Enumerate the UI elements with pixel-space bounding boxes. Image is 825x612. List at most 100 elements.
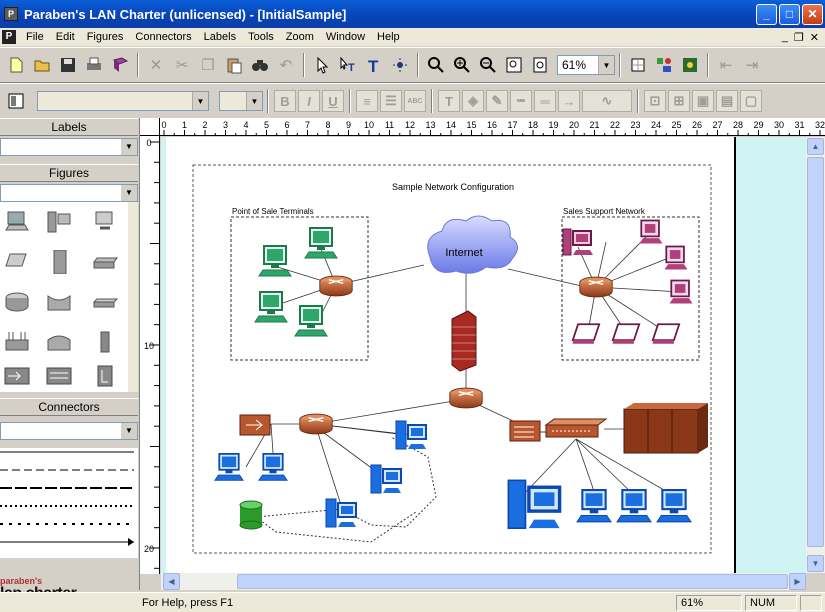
core-router[interactable] [449,387,483,409]
blue-main-server[interactable] [508,480,559,528]
menu-help[interactable]: Help [371,31,406,43]
left-router[interactable] [319,275,353,297]
delete-icon[interactable]: ✕ [144,53,168,77]
labels-category-select[interactable]: ▼ [0,138,138,156]
vertical-scrollbar[interactable]: ▲ ▼ [806,137,825,573]
forward-arrow-icon[interactable]: ⇥ [740,53,764,77]
labels-section-header[interactable]: Labels [0,118,138,136]
bold-icon[interactable]: B [274,90,296,112]
paste-icon[interactable] [222,53,246,77]
mdi-restore-button[interactable]: ❐ [794,31,804,44]
modem-figure-icon[interactable] [2,328,32,356]
blue-workstation[interactable] [576,489,612,523]
hub-figure-icon[interactable] [90,248,120,276]
align-left-icon[interactable]: ≡ [356,90,378,112]
blue-server[interactable] [369,463,403,495]
green-workstation[interactable] [304,227,338,259]
minimize-button[interactable]: _ [756,3,777,25]
purple-workstation[interactable] [663,245,689,271]
purple-workstation[interactable] [638,219,664,245]
text-color-icon[interactable]: T [438,90,460,112]
blue-server[interactable] [324,497,358,529]
line-color-icon[interactable]: ✎ [486,90,508,112]
terminal-figure-icon[interactable] [90,208,120,236]
rack-server[interactable] [623,403,708,454]
hub-device[interactable] [544,418,608,438]
horizontal-scrollbar[interactable]: ◀ ▶ [161,573,806,590]
drawing-canvas[interactable]: Sample Network Configuration Point of Sa… [161,137,806,573]
blue-workstation[interactable] [616,489,652,523]
copy-icon[interactable]: ❐ [196,53,220,77]
find-icon[interactable] [248,53,272,77]
cable-figure-icon[interactable] [90,362,120,390]
close-button[interactable]: ✕ [802,3,823,25]
align-objects-icon[interactable]: ⊡ [644,90,666,112]
server-figure-icon[interactable] [44,208,74,236]
menu-figures[interactable]: Figures [81,31,130,43]
fill-color-icon[interactable]: ◈ [462,90,484,112]
switch-device[interactable] [239,414,271,436]
cut-icon[interactable]: ✂ [170,53,194,77]
undo-icon[interactable]: ↶ [274,53,298,77]
line-ends-icon[interactable]: → [558,90,580,112]
purple-workstation[interactable] [668,279,694,305]
patch-panel-figure-icon[interactable] [44,362,74,390]
text-select-icon[interactable]: T [336,53,360,77]
new-file-icon[interactable] [4,53,28,77]
scroll-right-button[interactable]: ▶ [789,573,806,590]
diagram-title[interactable]: Sample Network Configuration [392,182,514,192]
menu-zoom[interactable]: Zoom [280,31,320,43]
figures-scrollbar[interactable] [128,202,138,392]
connector-tool-icon[interactable] [388,53,412,77]
maximize-button[interactable]: □ [779,3,800,25]
purple-laptop[interactable] [651,323,681,345]
zoom-out-icon[interactable] [476,53,500,77]
green-workstation[interactable] [254,291,288,323]
zoom-page-icon[interactable] [528,53,552,77]
database-icon[interactable] [239,500,263,530]
zoom-icon[interactable] [424,53,448,77]
router-figure-icon[interactable] [2,288,32,316]
firewall[interactable] [451,310,477,372]
wireless-figure-icon[interactable] [44,288,74,316]
rack-figure-icon[interactable] [90,328,120,356]
line-style-icon[interactable]: ┅ [510,90,532,112]
horizontal-scroll-thumb[interactable] [237,574,788,589]
menu-connectors[interactable]: Connectors [129,31,197,43]
figures-palette-icon[interactable] [652,53,676,77]
switch-figure-icon[interactable] [90,288,120,316]
workstation-figure-icon[interactable] [2,208,32,236]
laptop-figure-icon[interactable] [2,248,32,276]
bridge-figure-icon[interactable] [44,328,74,356]
font-name-select[interactable]: ▼ [37,91,209,111]
purple-workstation[interactable] [562,228,594,256]
mdi-close-button[interactable]: ✕ [810,31,819,44]
menu-window[interactable]: Window [320,31,371,43]
scroll-left-button[interactable]: ◀ [163,573,180,590]
menu-labels[interactable]: Labels [198,31,242,43]
figures-section-header[interactable]: Figures [0,164,138,182]
zoom-select[interactable]: 61% ▼ [557,55,615,75]
menu-edit[interactable]: Edit [50,31,81,43]
italic-icon[interactable]: I [298,90,320,112]
menu-file[interactable]: File [20,31,50,43]
vertical-scroll-thumb[interactable] [807,157,824,547]
gateway-figure-icon[interactable] [2,362,32,390]
green-workstation[interactable] [294,305,328,337]
blue-workstation[interactable] [258,453,288,482]
font-size-select[interactable]: ▼ [219,91,263,111]
curve-style-icon[interactable]: ∿ [582,90,632,112]
text-case-icon[interactable]: ABC [404,90,426,112]
open-folder-icon[interactable] [30,53,54,77]
scroll-down-button[interactable]: ▼ [807,555,824,572]
pointer-icon[interactable] [310,53,334,77]
green-workstation[interactable] [258,245,292,277]
tower-figure-icon[interactable] [44,248,74,276]
menu-tools[interactable]: Tools [242,31,280,43]
connectors-section-header[interactable]: Connectors [0,398,138,416]
send-back-icon[interactable]: ▤ [716,90,738,112]
zoom-fit-icon[interactable] [502,53,526,77]
diagram-page[interactable]: Sample Network Configuration Point of Sa… [166,137,736,573]
grid-icon[interactable] [626,53,650,77]
network-palette-icon[interactable] [678,53,702,77]
